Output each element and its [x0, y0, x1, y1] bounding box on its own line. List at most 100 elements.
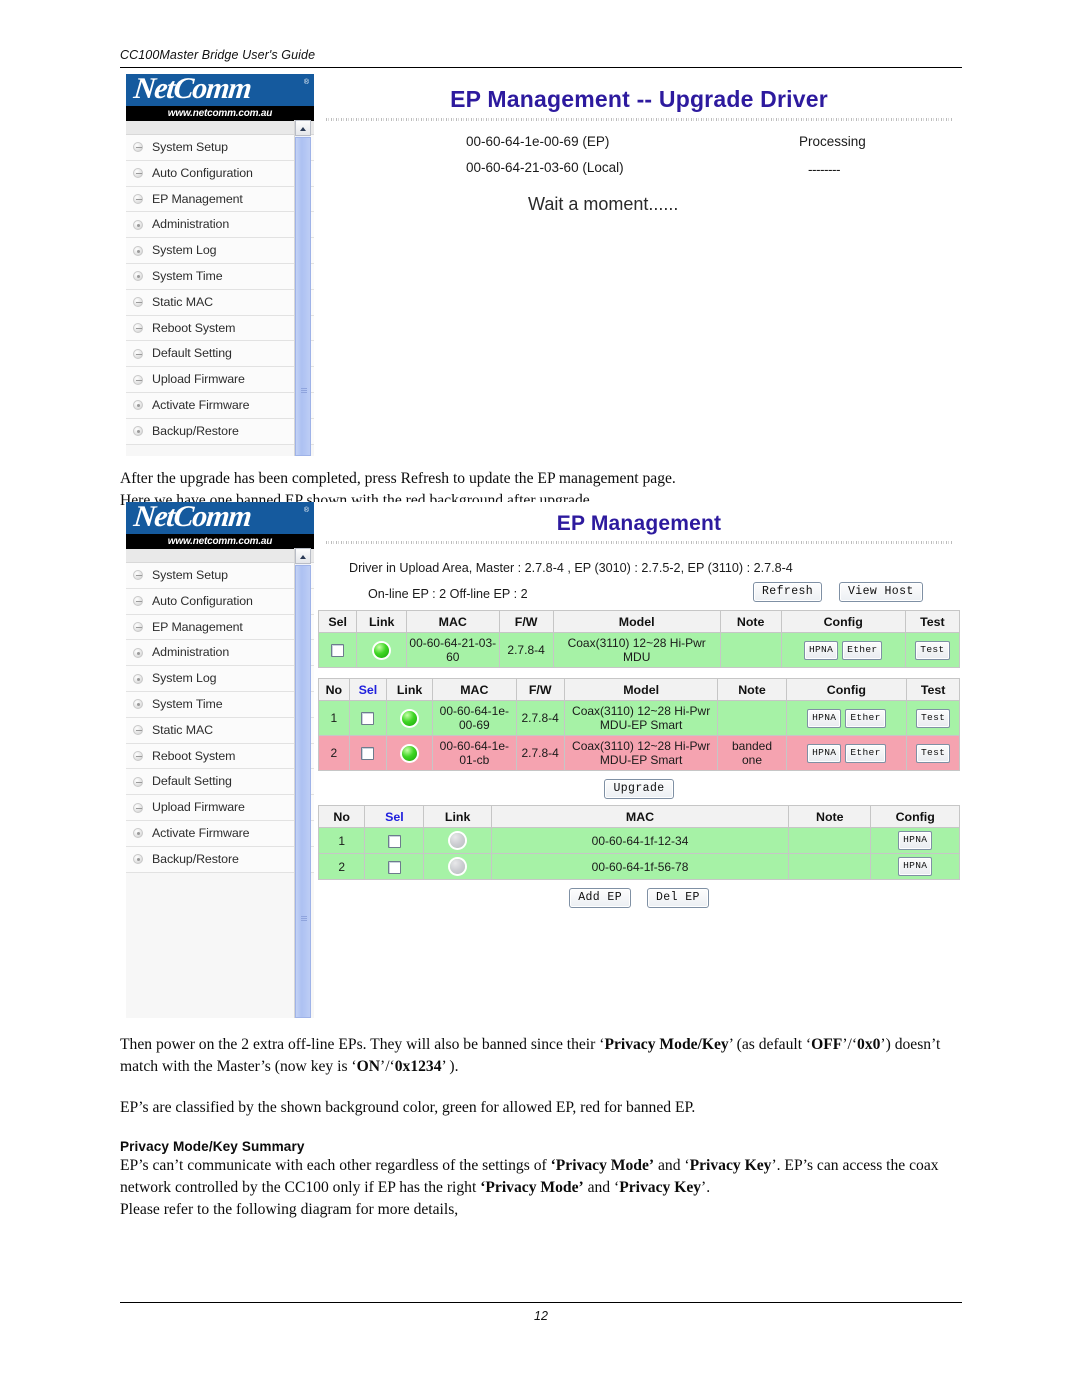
nav-list-2: System Setup Auto Configuration EP Manag… — [126, 563, 314, 873]
scrollbar-thumb[interactable] — [295, 565, 311, 1018]
sidebar-item-backup-restore[interactable]: Backup/Restore — [126, 847, 314, 873]
sidebar-item-default-setting[interactable]: Default Setting — [126, 769, 314, 796]
cell-sel[interactable] — [317, 632, 358, 668]
cell-fw: 2.7.8-4 — [515, 735, 565, 771]
select-checkbox[interactable] — [331, 644, 345, 658]
nav-spacer — [126, 121, 314, 135]
cell-model: Coax(3110) 12~28 Hi-Pwr MDU-EP Smart — [563, 735, 719, 771]
view-host-button[interactable]: View Host — [839, 582, 923, 602]
cell-link — [386, 700, 434, 736]
sidebar-item-label: EP Management — [152, 191, 243, 206]
sidebar-item-system-setup[interactable]: System Setup — [126, 563, 314, 589]
sidebar-item-label: Administration — [152, 217, 230, 232]
sidebar-item-administration[interactable]: Administration — [126, 212, 314, 239]
test-button[interactable]: Test — [916, 708, 951, 728]
text-run-bold: Privacy Key — [689, 1157, 772, 1174]
sidebar-item-system-time[interactable]: System Time — [126, 264, 314, 290]
col-fw: F/W — [498, 610, 554, 633]
sidebar-item-administration[interactable]: Administration — [126, 640, 314, 667]
scroll-up-arrow-icon[interactable] — [295, 548, 311, 564]
cell-sel[interactable] — [364, 853, 425, 880]
add-ep-button[interactable]: Add EP — [569, 888, 631, 908]
sidebar-item-static-mac[interactable]: Static MAC — [126, 290, 314, 316]
del-ep-button[interactable]: Del EP — [647, 888, 709, 908]
text-run: ’/‘ — [380, 1057, 395, 1075]
sidebar-scrollbar-1[interactable] — [294, 120, 311, 456]
hpna-button[interactable]: HPNA — [807, 708, 842, 728]
table-row: 00-60-64-21-03-60 2.7.8-4 Coax(3110) 12~… — [317, 632, 961, 668]
test-button[interactable]: Test — [916, 743, 951, 763]
sidebar-item-static-mac[interactable]: Static MAC — [126, 718, 314, 744]
select-checkbox[interactable] — [387, 860, 401, 874]
ether-button[interactable]: Ether — [845, 708, 886, 728]
wait-message: Wait a moment...... — [528, 194, 679, 214]
sidebar-item-activate-firmware[interactable]: Activate Firmware — [126, 393, 314, 419]
sidebar-nav-2: NetComm ® www.netcomm.com.au System Setu… — [126, 502, 314, 1018]
cell-sel[interactable] — [364, 827, 425, 854]
sidebar-item-backup-restore[interactable]: Backup/Restore — [126, 419, 314, 445]
col-sel[interactable]: Sel — [364, 805, 425, 828]
cell-link — [356, 632, 407, 668]
col-note: Note — [719, 610, 782, 633]
col-sel[interactable]: Sel — [348, 678, 388, 701]
ep-table-wrap: No Sel Link MAC F/W Model Note Config Te… — [316, 678, 962, 771]
table-row: 1 00-60-64-1f-12-34 HPNA — [317, 827, 960, 854]
sidebar-item-system-setup[interactable]: System Setup — [126, 135, 314, 161]
table-row: 2 00-60-64-1f-56-78 HPNA — [317, 853, 960, 880]
minus-bullet-icon — [133, 374, 143, 385]
hpna-button[interactable]: HPNA — [807, 743, 842, 763]
sidebar-scrollbar-2[interactable] — [294, 548, 311, 1018]
cell-sel[interactable] — [348, 700, 388, 736]
sidebar-item-upload-firmware[interactable]: Upload Firmware — [126, 367, 314, 393]
cell-no: 2 — [318, 735, 350, 771]
sidebar-item-default-setting[interactable]: Default Setting — [126, 341, 314, 368]
scroll-up-arrow-icon[interactable] — [295, 120, 311, 136]
select-checkbox[interactable] — [387, 834, 401, 848]
cell-fw: 2.7.8-4 — [515, 700, 565, 736]
sidebar-item-upload-firmware[interactable]: Upload Firmware — [126, 795, 314, 821]
sidebar-item-system-time[interactable]: System Time — [126, 692, 314, 718]
hpna-button[interactable]: HPNA — [898, 831, 933, 850]
sidebar-item-reboot-system[interactable]: Reboot System — [126, 316, 314, 342]
test-button[interactable]: Test — [915, 640, 950, 660]
sidebar-item-reboot-system[interactable]: Reboot System — [126, 744, 314, 770]
ether-button[interactable]: Ether — [842, 640, 883, 660]
hpna-button[interactable]: HPNA — [803, 640, 839, 660]
ether-button[interactable]: Ether — [845, 743, 886, 763]
minus-bullet-icon — [133, 193, 143, 204]
paragraph-power-on-eps: Then power on the 2 extra off-line EPs. … — [120, 1034, 968, 1077]
sidebar-item-ep-management[interactable]: EP Management — [126, 187, 314, 213]
sidebar-item-system-log[interactable]: System Log — [126, 666, 314, 692]
hpna-button[interactable]: HPNA — [898, 857, 933, 876]
sidebar-item-auto-configuration[interactable]: Auto Configuration — [126, 589, 314, 615]
sidebar-item-label: System Setup — [152, 568, 228, 582]
sidebar-item-system-log[interactable]: System Log — [126, 238, 314, 264]
col-link: Link — [356, 610, 407, 633]
col-no: No — [317, 805, 366, 828]
upgrade-button-bar: Upgrade — [316, 771, 962, 805]
cell-sel[interactable] — [348, 735, 388, 771]
page-title-upgrade-driver: EP Management -- Upgrade Driver — [450, 86, 828, 112]
sidebar-item-activate-firmware[interactable]: Activate Firmware — [126, 821, 314, 847]
select-checkbox[interactable] — [361, 712, 375, 726]
scrollbar-grip-icon — [301, 916, 307, 921]
cell-mac: 00-60-64-1f-56-78 — [490, 853, 790, 880]
ep-table: No Sel Link MAC F/W Model Note Config Te… — [318, 678, 960, 771]
cell-mac: 00-60-64-1f-12-34 — [490, 827, 790, 854]
text-run-bold: ‘Privacy Mode’ — [480, 1178, 584, 1196]
cell-note — [788, 853, 872, 880]
master-table: Sel Link MAC F/W Model Note Config Test — [317, 610, 961, 668]
cell-model: Coax(3110) 12~28 Hi-Pwr MDU — [552, 632, 721, 668]
refresh-button[interactable]: Refresh — [753, 582, 823, 602]
select-checkbox[interactable] — [361, 747, 375, 761]
upgrade-button[interactable]: Upgrade — [604, 779, 674, 799]
table-header-row: Sel Link MAC F/W Model Note Config Test — [317, 610, 961, 633]
driver-version-info: Driver in Upload Area, Master : 2.7.8-4 … — [349, 561, 793, 575]
minus-bullet-icon — [133, 348, 143, 359]
sidebar-item-ep-management[interactable]: EP Management — [126, 615, 314, 641]
col-model: Model — [552, 610, 721, 633]
sidebar-item-label: Reboot System — [152, 320, 236, 335]
scrollbar-thumb[interactable] — [295, 137, 311, 456]
dot-bullet-icon — [133, 426, 143, 437]
sidebar-item-auto-configuration[interactable]: Auto Configuration — [126, 161, 314, 187]
